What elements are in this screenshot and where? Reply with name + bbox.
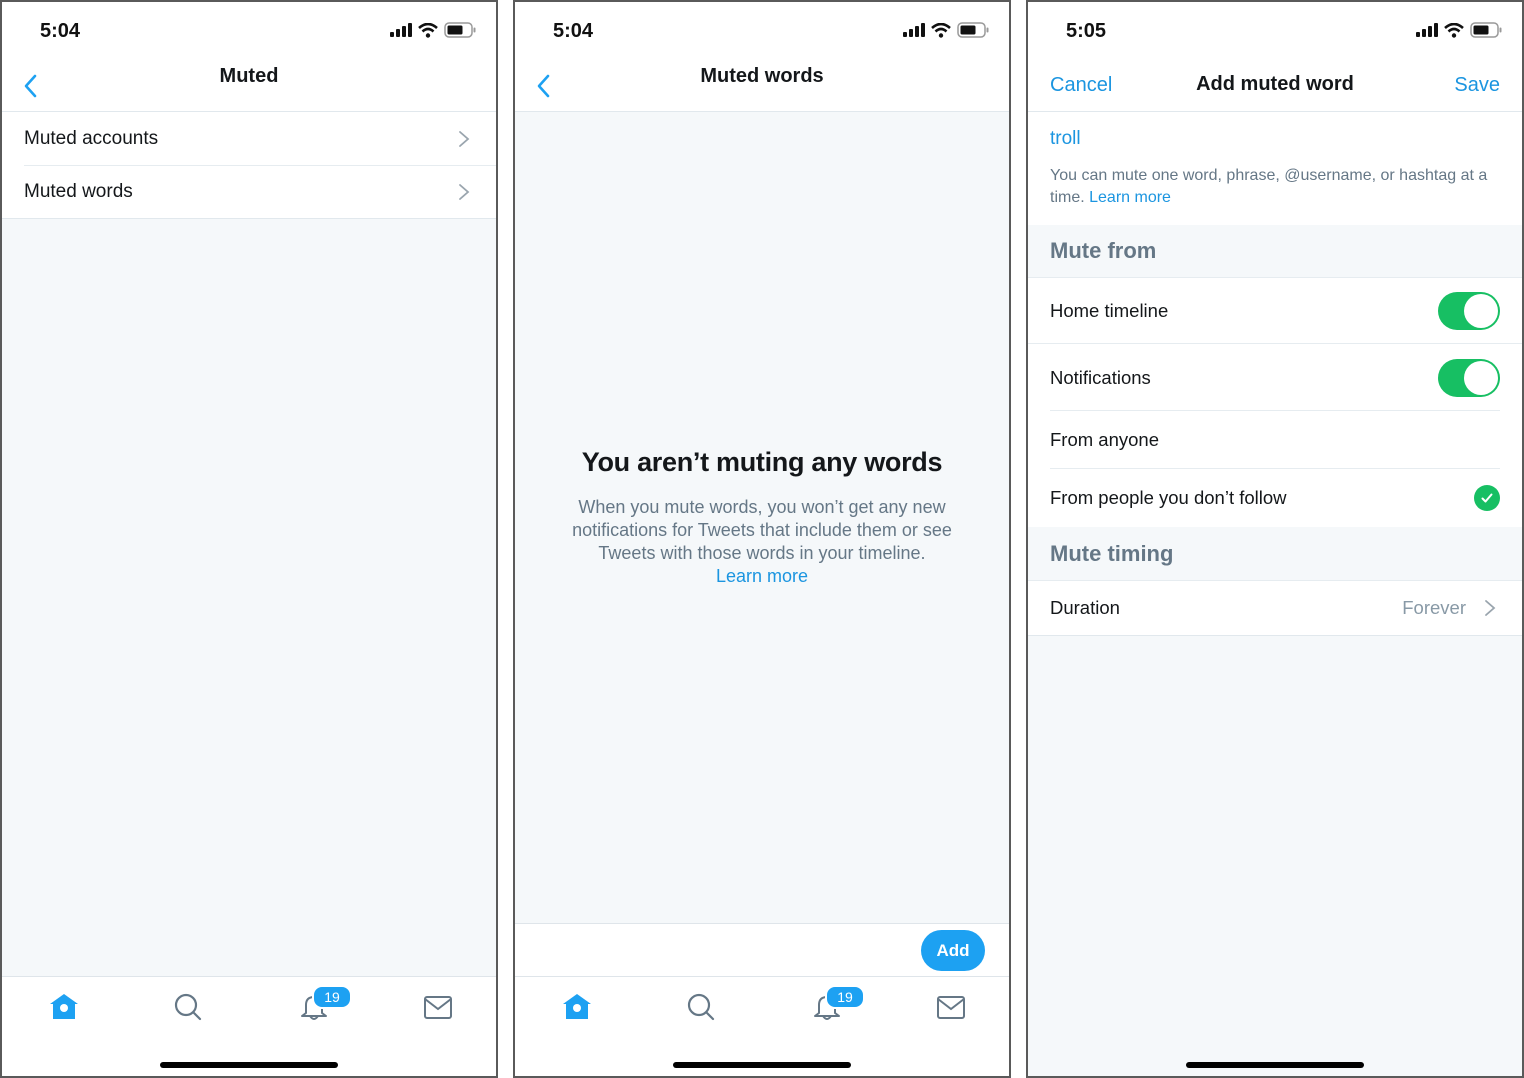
add-button[interactable]: Add [921, 930, 985, 971]
signal-icon [1416, 23, 1438, 37]
muted-word-input[interactable] [1050, 128, 1490, 150]
tab-notifications[interactable]: 19 [298, 985, 352, 1023]
from-not-following-option[interactable]: From people you don’t follow [1028, 469, 1522, 527]
wifi-icon [1444, 22, 1464, 38]
from-anyone-option[interactable]: From anyone [1028, 411, 1522, 469]
duration-value: Forever [1402, 597, 1466, 618]
tab-home[interactable] [561, 991, 593, 1023]
signal-icon [903, 23, 925, 37]
battery-icon [1470, 22, 1502, 38]
tab-notifications[interactable]: 19 [811, 985, 865, 1023]
duration-label: Duration [1050, 597, 1120, 618]
chevron-right-icon [1485, 600, 1496, 616]
chevron-right-icon [459, 131, 470, 147]
setting-label: Home timeline [1050, 300, 1169, 321]
signal-icon [390, 23, 412, 37]
status-time: 5:05 [1066, 20, 1107, 42]
muted-screen: 5:04 Muted Muted accounts Muted words 19 [0, 0, 498, 1078]
tab-home[interactable] [48, 991, 80, 1023]
option-label: From people you don’t follow [1050, 487, 1287, 508]
checkmark-icon [1474, 485, 1500, 511]
tab-bar: 19 [2, 976, 496, 1076]
page-title: Muted [219, 65, 279, 87]
muted-words-item[interactable]: Muted words [2, 165, 496, 218]
home-timeline-row: Home timeline [1028, 277, 1522, 344]
setting-label: Notifications [1050, 366, 1151, 388]
wifi-icon [931, 22, 951, 38]
empty-state-title: You aren’t muting any words [581, 447, 943, 477]
battery-icon [444, 22, 476, 38]
status-bar: 5:04 [2, 2, 496, 58]
muted-accounts-item[interactable]: Muted accounts [2, 112, 496, 165]
status-bar: 5:05 [1028, 2, 1522, 58]
status-time: 5:04 [553, 20, 594, 42]
notifications-row: Notifications [1028, 344, 1522, 411]
tab-messages[interactable] [422, 991, 454, 1023]
add-bar: Add [515, 923, 1009, 976]
notification-badge: 19 [825, 985, 865, 1009]
nav-bar: Muted [2, 58, 496, 112]
home-indicator [1186, 1062, 1364, 1068]
page-title: Add muted word [1196, 73, 1354, 95]
toggle-knob [1464, 294, 1498, 328]
nav-bar: Cancel Add muted word Save [1028, 58, 1522, 112]
duration-row[interactable]: Duration Forever [1028, 581, 1522, 635]
option-label: From anyone [1050, 429, 1159, 450]
status-icons [390, 22, 476, 38]
notification-badge: 19 [312, 985, 352, 1009]
tab-bar: 19 [515, 976, 1009, 1076]
help-text: You can mute one word, phrase, @username… [1050, 165, 1500, 209]
muted-list: Muted accounts Muted words [2, 112, 496, 219]
tab-search[interactable] [685, 991, 717, 1023]
learn-more-link[interactable]: Learn more [1089, 189, 1171, 206]
list-item-label: Muted accounts [24, 127, 159, 149]
chevron-right-icon [459, 184, 470, 200]
battery-icon [957, 22, 989, 38]
home-indicator [160, 1062, 338, 1068]
empty-state: You aren’t muting any words When you mut… [515, 447, 1009, 588]
status-icons [903, 22, 989, 38]
home-indicator [673, 1062, 851, 1068]
mute-timing-settings: Duration Forever [1028, 580, 1522, 636]
muted-words-screen: 5:04 Muted words You aren’t muting any w… [513, 0, 1011, 1078]
list-item-label: Muted words [24, 180, 133, 202]
tab-search[interactable] [172, 991, 204, 1023]
page-title: Muted words [700, 65, 824, 87]
learn-more-link[interactable]: Learn more [716, 566, 808, 586]
nav-bar: Muted words [515, 58, 1009, 112]
save-button[interactable]: Save [1454, 74, 1500, 97]
status-bar: 5:04 [515, 2, 1009, 58]
empty-state-description: When you mute words, you won’t get any n… [572, 497, 952, 563]
empty-state-text: When you mute words, you won’t get any n… [552, 496, 972, 588]
tab-messages[interactable] [935, 991, 967, 1023]
mute-from-settings: Home timeline Notifications From anyone … [1028, 277, 1522, 527]
word-entry-section: You can mute one word, phrase, @username… [1028, 112, 1522, 225]
status-icons [1416, 22, 1502, 38]
mute-from-header: Mute from [1028, 225, 1522, 277]
home-timeline-toggle[interactable] [1438, 292, 1500, 330]
notifications-toggle[interactable] [1438, 358, 1500, 397]
status-time: 5:04 [40, 20, 81, 42]
mute-timing-header: Mute timing [1028, 528, 1522, 580]
toggle-knob [1464, 360, 1498, 395]
add-muted-word-screen: 5:05 Cancel Add muted word Save You can … [1026, 0, 1524, 1078]
wifi-icon [418, 22, 438, 38]
